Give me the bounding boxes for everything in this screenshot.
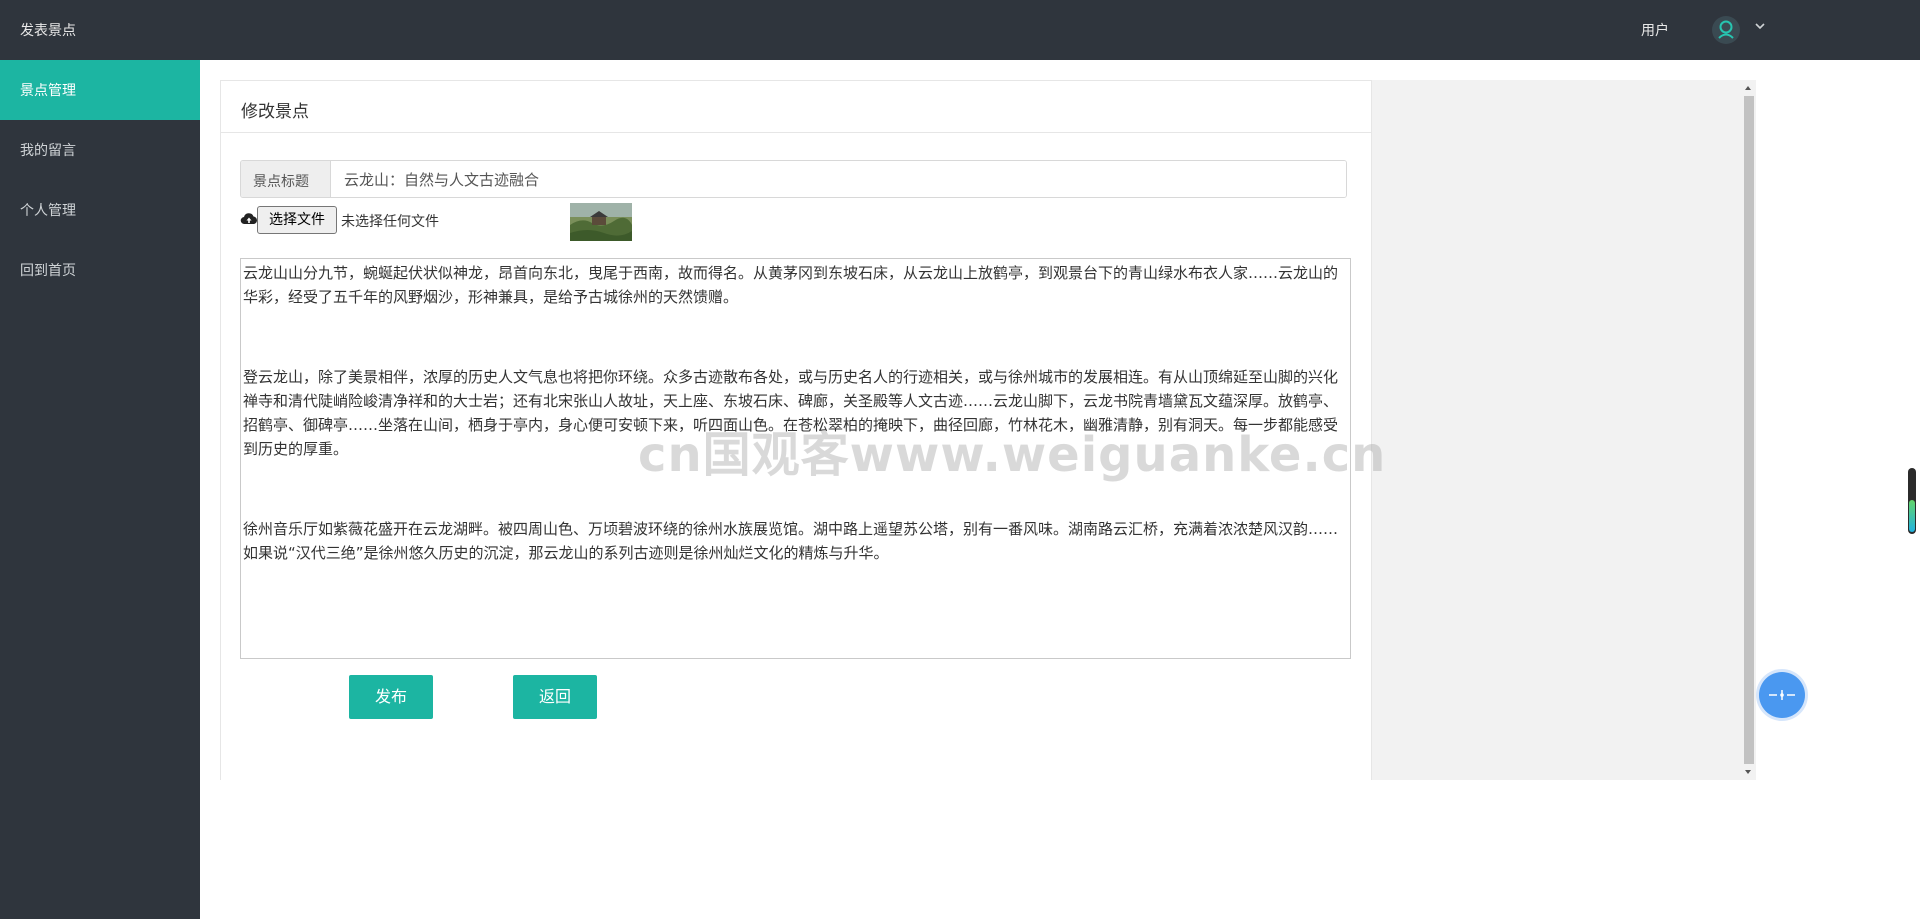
watermark: cn国观客www.weiguanke.cn bbox=[638, 427, 1387, 483]
avatar[interactable] bbox=[1712, 16, 1740, 44]
meter-fill bbox=[1909, 500, 1915, 532]
sidebar-item-home[interactable]: 回到首页 bbox=[0, 240, 200, 300]
title-field-group: 景点标题 bbox=[240, 160, 1347, 198]
floating-assistant-button[interactable] bbox=[1759, 672, 1805, 718]
content-paragraph: 云龙山山分九节，蜿蜒起伏状似神龙，昂首向东北，曳尾于西南，故而得名。从黄茅冈到东… bbox=[243, 264, 1339, 306]
sidebar-item-spot-management[interactable]: 景点管理 bbox=[0, 60, 200, 120]
scrollbar[interactable] bbox=[1741, 80, 1755, 780]
scroll-down-icon[interactable] bbox=[1744, 768, 1752, 776]
top-bar: 发表景点 用户 bbox=[0, 0, 1920, 60]
app-title: 发表景点 bbox=[20, 23, 76, 39]
panel-title: 修改景点 bbox=[221, 81, 1371, 133]
back-button[interactable]: 返回 bbox=[513, 675, 597, 719]
publish-button[interactable]: 发布 bbox=[349, 675, 433, 719]
title-label: 景点标题 bbox=[241, 161, 331, 197]
sidebar: 景点管理 我的留言 个人管理 回到首页 bbox=[0, 60, 200, 919]
right-pane bbox=[1372, 80, 1756, 780]
scroll-thumb[interactable] bbox=[1744, 96, 1754, 764]
assistant-icon bbox=[1769, 690, 1795, 700]
sidebar-item-profile[interactable]: 个人管理 bbox=[0, 180, 200, 240]
cloud-upload-icon bbox=[240, 213, 257, 225]
file-status: 未选择任何文件 bbox=[341, 214, 439, 230]
cover-thumbnail-image bbox=[570, 203, 632, 241]
sidebar-item-my-messages[interactable]: 我的留言 bbox=[0, 120, 200, 180]
side-level-meter bbox=[1908, 468, 1916, 534]
scroll-up-icon[interactable] bbox=[1744, 84, 1752, 92]
user-avatar-icon bbox=[1718, 20, 1734, 39]
content-paragraph: 徐州音乐厅如紫薇花盛开在云龙湖畔。被四周山色、万顷碧波环绕的徐州水族展览馆。湖中… bbox=[243, 520, 1339, 562]
chevron-down-icon[interactable] bbox=[1753, 19, 1767, 33]
choose-file-button[interactable]: 选择文件 bbox=[257, 206, 337, 234]
title-input[interactable] bbox=[332, 161, 1346, 197]
user-label[interactable]: 用户 bbox=[1641, 20, 1669, 40]
